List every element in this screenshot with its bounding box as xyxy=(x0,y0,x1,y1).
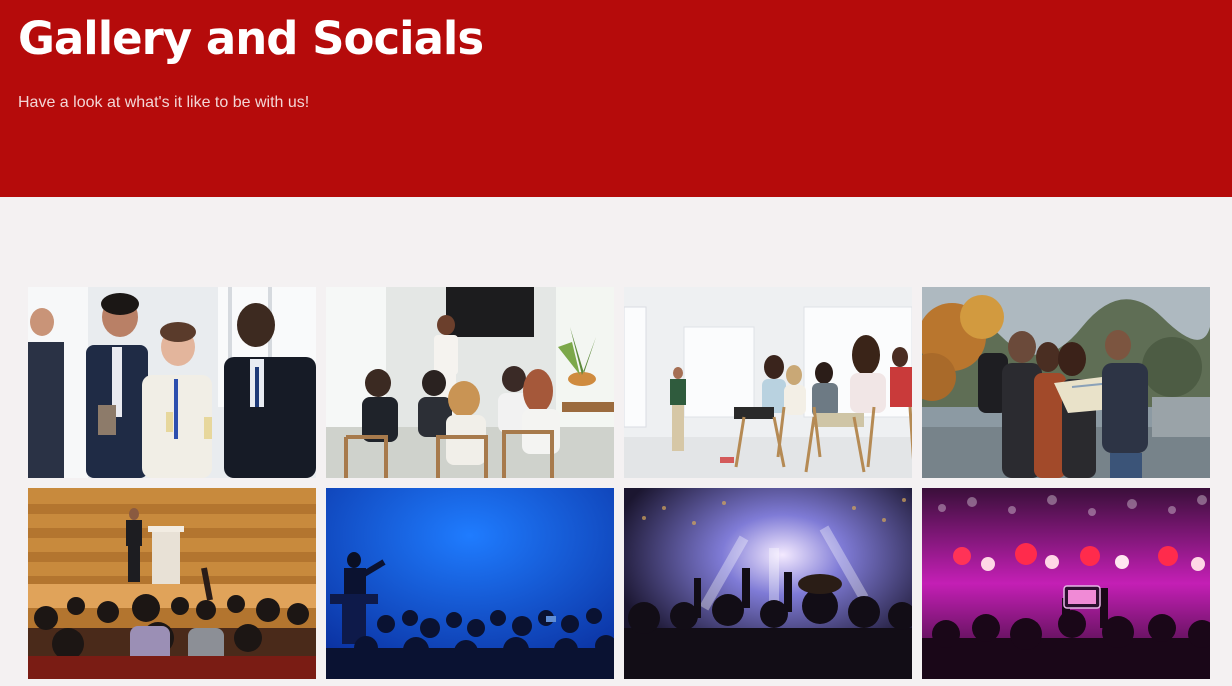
auditorium-speaker-image xyxy=(28,488,316,679)
business-networking-image xyxy=(28,287,316,478)
friends-with-map-image xyxy=(922,287,1210,478)
gallery-photo-business-networking[interactable] xyxy=(28,287,316,478)
gallery-photo-workshop[interactable] xyxy=(326,287,614,478)
pink-concert-lights-image xyxy=(922,488,1210,679)
gallery-photo-auditorium[interactable] xyxy=(28,488,316,679)
gallery-photo-seminar[interactable] xyxy=(624,287,912,478)
hero-banner: Gallery and Socials Have a look at what'… xyxy=(0,0,1232,197)
photo-gallery xyxy=(28,287,1210,679)
gallery-photo-pink-concert[interactable] xyxy=(922,488,1210,679)
blue-stage-speaker-image xyxy=(326,488,614,679)
gallery-photo-blue-stage[interactable] xyxy=(326,488,614,679)
seminar-audience-image xyxy=(624,287,912,478)
concert-crowd-image xyxy=(624,488,912,679)
page-subtitle: Have a look at what's it like to be with… xyxy=(18,94,310,111)
gallery-photo-friends-map[interactable] xyxy=(922,287,1210,478)
page-title: Gallery and Socials xyxy=(18,12,484,65)
gallery-photo-concert-crowd[interactable] xyxy=(624,488,912,679)
workshop-presentation-image xyxy=(326,287,614,478)
